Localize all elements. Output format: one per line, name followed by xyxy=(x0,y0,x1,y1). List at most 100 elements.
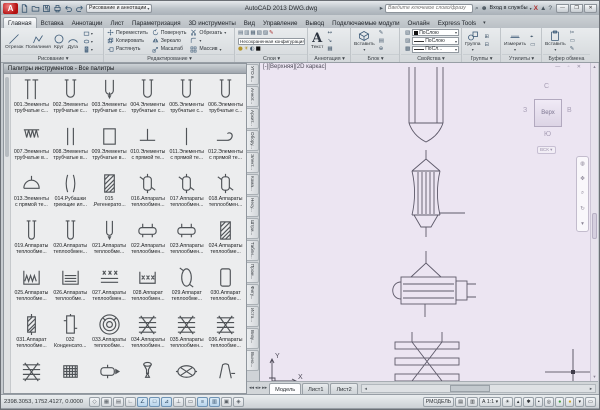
toolbar-lock-button[interactable]: ▪ xyxy=(535,397,543,407)
quickview-layouts-button[interactable]: ▤ xyxy=(455,397,466,407)
scroll-up-icon[interactable]: ▲ xyxy=(591,63,598,71)
annotation-visibility-button[interactable]: ☀ xyxy=(502,397,513,407)
Обрезать-button[interactable]: Обрезать▾ xyxy=(190,28,226,36)
palette-tab-Фигу[interactable]: Фигу... xyxy=(247,284,259,305)
toggle-polar-tracking[interactable]: ∠ xyxy=(137,397,148,407)
palette-item-021[interactable]: 021.Аппаратытеплообме... xyxy=(90,217,129,264)
annotation-mini-icon-1[interactable]: ↘ xyxy=(327,38,332,45)
binoculars-icon[interactable]: ⌕ xyxy=(475,4,479,13)
exchange-apps-icon[interactable]: X xyxy=(534,4,538,13)
object-ltype-dropdown[interactable]: ПоСл...▾ xyxy=(412,46,459,54)
paste-button[interactable]: Вставить▾ xyxy=(545,30,566,52)
toggle-ortho-mode[interactable]: ∟ xyxy=(125,397,136,407)
Повернуть-button[interactable]: Повернуть xyxy=(152,28,187,36)
palette-item-002[interactable]: 002.Элементытрубчатые с... xyxy=(51,76,90,123)
toggle-quick-properties[interactable]: ▣ xyxy=(221,397,232,407)
palette-item-011[interactable]: 011.Элементыс прямой те... xyxy=(167,123,206,170)
groups-mini-icon-1[interactable]: ⊟ xyxy=(485,42,490,49)
draw-mini-rect-small-button[interactable]: ▾ xyxy=(83,30,93,37)
viewport-label[interactable]: [-][Верхняя][2D каркас] xyxy=(263,64,326,70)
help-search-input[interactable] xyxy=(385,4,473,13)
panel-properties-footer[interactable]: Свойства ▾ xyxy=(401,54,461,62)
toggle-dynamic-ucs[interactable]: ⊥ xyxy=(173,397,184,407)
pan-icon[interactable]: ✥ xyxy=(580,176,585,182)
palette-item-012[interactable]: 012.Элементыс прямой те... xyxy=(206,123,245,170)
ribbon-tab-Вид[interactable]: Вид xyxy=(240,18,259,28)
ribbon-tab-Подключаемые модули[interactable]: Подключаемые модули xyxy=(328,18,403,28)
palette-tab-Табли[interactable]: Табли... xyxy=(247,240,259,261)
panel-layers-footer[interactable]: Слои ▾ xyxy=(236,54,307,62)
workspace-switch-button[interactable]: ✱ xyxy=(523,397,533,407)
object-lweight-dropdown[interactable]: ПоСлою▾ xyxy=(412,37,459,45)
clipboard-mini-icon-1[interactable]: ▭ xyxy=(570,38,575,45)
signin-caret[interactable]: ▾ xyxy=(530,6,532,11)
workspace-dropdown[interactable]: Рисование и аннотации ▾ xyxy=(86,4,152,13)
layer-tool-icon-5[interactable]: ✎ xyxy=(269,30,274,37)
palette-item-016[interactable]: 016.Аппаратытеплообмен... xyxy=(128,170,167,217)
layer-config-dropdown[interactable]: Несохраненная конфигурация сло▾ xyxy=(238,38,305,45)
object-color-dropdown[interactable]: ПоСлою▾ xyxy=(412,29,459,37)
open-file-icon[interactable] xyxy=(31,4,40,13)
drawing-canvas[interactable]: [-][Верхняя][2D каркас] — ▫ ✕ С З Верх В… xyxy=(260,63,598,381)
clipboard-mini-icon-0[interactable]: ✂ xyxy=(570,30,575,37)
group-button[interactable]: Группа▾ xyxy=(465,30,481,52)
layer-state-icon-0[interactable]: ● xyxy=(238,46,243,53)
palette-item-029[interactable]: 029.Аппараттеплообме... xyxy=(167,264,206,311)
ribbon-tab-Лист[interactable]: Лист xyxy=(107,18,128,28)
palette-item-027[interactable]: 027.Аппаратытеплообмен... xyxy=(90,264,129,311)
measure-button[interactable]: Измерить▾ xyxy=(504,30,526,52)
text-button[interactable]: А Текст xyxy=(311,32,323,50)
toggle-infer-constraints[interactable]: ◇ xyxy=(89,397,100,407)
palette-item-017[interactable]: 017.Аппаратытеплообмен... xyxy=(167,170,206,217)
palette-title[interactable]: Палитры инструментов - Все палитры xyxy=(4,64,246,74)
block-mini-icon-1[interactable]: ▤ xyxy=(379,38,384,45)
palette-tab-УГО в[interactable]: УГО в... xyxy=(247,64,259,85)
fillet-button[interactable]: ▾ xyxy=(190,37,226,45)
properties-mini-icon-1[interactable]: ▨ xyxy=(405,38,410,45)
palette-tab-Выно[interactable]: Выно... xyxy=(247,350,259,371)
palette-item-035[interactable]: 035.Аппаратытеплообмен... xyxy=(167,311,206,358)
signin-label[interactable]: Вход в службы xyxy=(490,5,528,11)
ribbon-tab-Главная[interactable]: Главная xyxy=(3,17,37,28)
application-menu-button[interactable]: A xyxy=(3,3,18,14)
toggle-selection-cycling[interactable]: ◈ xyxy=(233,397,244,407)
palette-item-023[interactable]: 023.Аппаратытеплообмен... xyxy=(167,217,206,264)
cleanscreen-button[interactable]: ▭ xyxy=(585,397,596,407)
plot-icon[interactable] xyxy=(53,4,62,13)
palette-tab-Пром[interactable]: Пром... xyxy=(247,262,259,283)
ribbon-tab-Параметризация[interactable]: Параметризация xyxy=(128,18,185,28)
palette-item-015[interactable]: 015.Регенерато... xyxy=(90,170,129,217)
viewport-window-buttons[interactable]: — ▫ ✕ xyxy=(555,64,584,70)
layer-tool-icon-3[interactable]: ▧ xyxy=(257,30,262,37)
panel-edit-footer[interactable]: Редактирование ▾ xyxy=(105,54,234,62)
help-icon[interactable]: ? xyxy=(548,4,552,13)
palette-item-004[interactable]: 004.Элементытрубчатые с... xyxy=(128,76,167,123)
layer-state-icon-3[interactable]: ■ xyxy=(256,46,261,53)
navigation-bar[interactable]: ◍ ✥ ⌕ ↻ ▾ xyxy=(576,156,589,232)
palette-tab-Кома[interactable]: Кома... xyxy=(247,174,259,195)
redo-icon[interactable] xyxy=(75,4,84,13)
ribbon-tab-Вставка[interactable]: Вставка xyxy=(37,18,68,28)
annotation-mini-icon-0[interactable]: ↔ xyxy=(327,30,332,37)
palette-tab-Архит[interactable]: Архит... xyxy=(247,108,259,129)
navbar-more-icon[interactable]: ▾ xyxy=(581,221,584,227)
Копировать-button[interactable]: Копировать xyxy=(107,37,148,45)
palette-item-030[interactable]: 030.Аппараттеплообме... xyxy=(206,264,245,311)
scroll-left-icon[interactable]: ◄ xyxy=(362,385,370,392)
полилиния-button[interactable]: Полилиния xyxy=(25,33,50,50)
status-menu-button[interactable]: ▾ xyxy=(575,397,584,407)
vertical-scrollbar[interactable]: ▲ ▼ xyxy=(590,63,598,381)
zoom-icon[interactable]: ⌕ xyxy=(581,190,584,197)
palette-item-032[interactable]: 032Конденсато... xyxy=(51,311,90,358)
toggle-lineweight[interactable]: ≡ xyxy=(197,397,208,407)
Растянуть-button[interactable]: Растянуть xyxy=(107,45,148,53)
layout-tab-Модель[interactable]: Модель xyxy=(269,383,301,394)
insert-block-button[interactable]: Вставить▾ xyxy=(354,30,375,52)
palette-item-028[interactable]: 028.Аппараттеплообмен... xyxy=(128,264,167,311)
palette-item-006[interactable]: 006.Элементытрубчатые с... xyxy=(206,76,245,123)
ribbon-tab-Express Tools[interactable]: Express Tools xyxy=(434,18,480,28)
toggle-grid-display[interactable]: ▤ xyxy=(113,397,124,407)
palette-item-extra-2[interactable] xyxy=(51,358,90,393)
palette-item-014[interactable]: 014.Рубашкигреющие ил... xyxy=(51,170,90,217)
layout-tab-Лист1[interactable]: Лист1 xyxy=(302,383,329,394)
